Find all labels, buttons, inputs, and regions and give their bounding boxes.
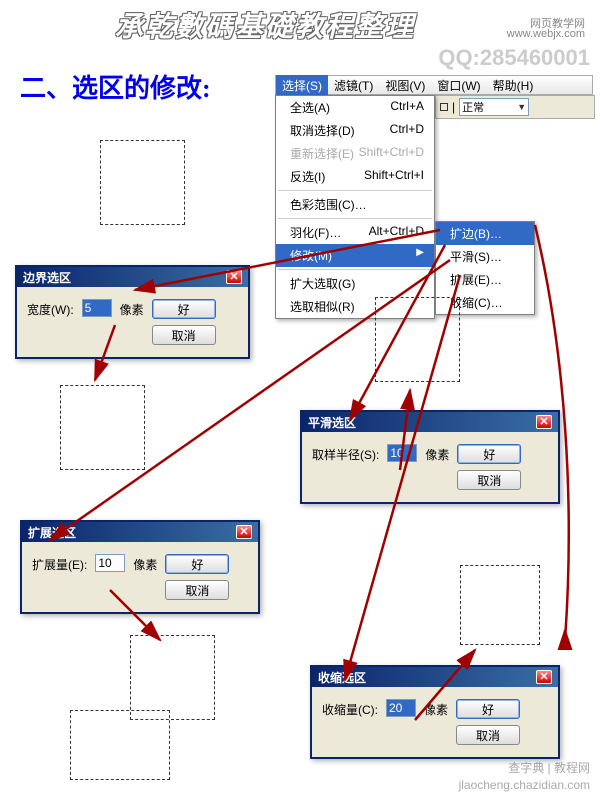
ok-button[interactable]: 好 bbox=[165, 554, 229, 574]
select-menu-dropdown: 全选(A)Ctrl+A 取消选择(D)Ctrl+D 重新选择(E)Shift+C… bbox=[275, 95, 435, 319]
menu-item-colorrange[interactable]: 色彩范围(C)… bbox=[276, 193, 434, 216]
unit-label: 像素 bbox=[133, 554, 157, 573]
dialog-titlebar: 扩展选区 ✕ bbox=[22, 522, 258, 542]
blend-mode-value: 正常 bbox=[462, 99, 484, 115]
unit-label: 像素 bbox=[424, 699, 448, 718]
menu-item-grow[interactable]: 扩大选取(G) bbox=[276, 272, 434, 295]
menu-separator bbox=[278, 190, 432, 191]
menu-item-feather[interactable]: 羽化(F)…Alt+Ctrl+D bbox=[276, 221, 434, 244]
dialog-contract: 收缩选区 ✕ 收缩量(C): 像素 好 取消 bbox=[310, 665, 560, 759]
expand-input[interactable] bbox=[95, 554, 125, 572]
menu-separator bbox=[278, 218, 432, 219]
dialog-title: 收缩选区 bbox=[318, 669, 366, 686]
cancel-button[interactable]: 取消 bbox=[152, 325, 216, 345]
radius-label: 取样半径(S): bbox=[312, 444, 379, 463]
ok-button[interactable]: 好 bbox=[152, 299, 216, 319]
menu-separator bbox=[278, 269, 432, 270]
dialog-border: 边界选区 ✕ 宽度(W): 像素 好 取消 bbox=[15, 265, 250, 359]
selection-box bbox=[130, 635, 215, 720]
menu-help[interactable]: 帮助(H) bbox=[487, 75, 540, 96]
dialog-titlebar: 平滑选区 ✕ bbox=[302, 412, 558, 432]
menubar: 选择(S) 滤镜(T) 视图(V) 窗口(W) 帮助(H) bbox=[275, 75, 593, 95]
cancel-button[interactable]: 取消 bbox=[457, 470, 521, 490]
cancel-button[interactable]: 取消 bbox=[165, 580, 229, 600]
tool-sep: | bbox=[452, 100, 455, 114]
unit-label: 像素 bbox=[120, 299, 144, 318]
watermark-qq: QQ:285460001 bbox=[438, 45, 590, 71]
dialog-titlebar: 收缩选区 ✕ bbox=[312, 667, 558, 687]
unit-label: 像素 bbox=[425, 444, 449, 463]
menu-item-all[interactable]: 全选(A)Ctrl+A bbox=[276, 96, 434, 119]
width-label: 宽度(W): bbox=[27, 299, 74, 318]
dialog-smooth: 平滑选区 ✕ 取样半径(S): 像素 好 取消 bbox=[300, 410, 560, 504]
menu-item-deselect[interactable]: 取消选择(D)Ctrl+D bbox=[276, 119, 434, 142]
close-icon[interactable]: ✕ bbox=[236, 525, 252, 539]
submenu-arrow-icon: ▶ bbox=[416, 247, 424, 264]
menu-item-inverse[interactable]: 反选(I)Shift+Ctrl+I bbox=[276, 165, 434, 188]
tool-icon[interactable] bbox=[440, 100, 448, 114]
dialog-expand: 扩展选区 ✕ 扩展量(E): 像素 好 取消 bbox=[20, 520, 260, 614]
close-icon[interactable]: ✕ bbox=[226, 270, 242, 284]
menu-item-modify[interactable]: 修改(M)▶ bbox=[276, 244, 434, 267]
dialog-titlebar: 边界选区 ✕ bbox=[17, 267, 248, 287]
menu-filter[interactable]: 滤镜(T) bbox=[328, 75, 379, 96]
selection-box bbox=[375, 297, 460, 382]
toolbar: | 正常 ▼ bbox=[435, 95, 595, 119]
selection-box bbox=[460, 565, 540, 645]
watermark-footer-site: 查字典 | 教程网 bbox=[508, 759, 590, 776]
submenu-item-smooth[interactable]: 平滑(S)… bbox=[436, 245, 534, 268]
selection-box bbox=[100, 140, 185, 225]
dialog-title: 扩展选区 bbox=[28, 524, 76, 541]
menu-window[interactable]: 窗口(W) bbox=[431, 75, 486, 96]
radius-input[interactable] bbox=[387, 444, 417, 462]
watermark-banner: 承乾數碼基礎教程整理 bbox=[115, 5, 415, 45]
dialog-title: 边界选区 bbox=[23, 269, 71, 286]
menu-select[interactable]: 选择(S) bbox=[276, 75, 328, 96]
contract-input[interactable] bbox=[386, 699, 416, 717]
expand-label: 扩展量(E): bbox=[32, 554, 87, 573]
width-input[interactable] bbox=[82, 299, 112, 317]
contract-label: 收缩量(C): bbox=[322, 699, 378, 718]
submenu-item-border[interactable]: 扩边(B)… bbox=[436, 222, 534, 245]
selection-box bbox=[70, 710, 170, 780]
menu-view[interactable]: 视图(V) bbox=[379, 75, 431, 96]
ok-button[interactable]: 好 bbox=[456, 699, 520, 719]
watermark-footer-url: jlaocheng.chazidian.com bbox=[459, 778, 590, 792]
page-heading: 二、选区的修改: bbox=[20, 68, 211, 105]
dialog-title: 平滑选区 bbox=[308, 414, 356, 431]
submenu-item-expand[interactable]: 扩展(E)… bbox=[436, 268, 534, 291]
blend-mode-select[interactable]: 正常 ▼ bbox=[459, 98, 529, 116]
cancel-button[interactable]: 取消 bbox=[456, 725, 520, 745]
close-icon[interactable]: ✕ bbox=[536, 415, 552, 429]
chevron-down-icon: ▼ bbox=[517, 102, 526, 112]
watermark-site-url: www.webjx.com bbox=[507, 28, 585, 40]
selection-box bbox=[60, 385, 145, 470]
close-icon[interactable]: ✕ bbox=[536, 670, 552, 684]
menu-item-reselect: 重新选择(E)Shift+Ctrl+D bbox=[276, 142, 434, 165]
ok-button[interactable]: 好 bbox=[457, 444, 521, 464]
